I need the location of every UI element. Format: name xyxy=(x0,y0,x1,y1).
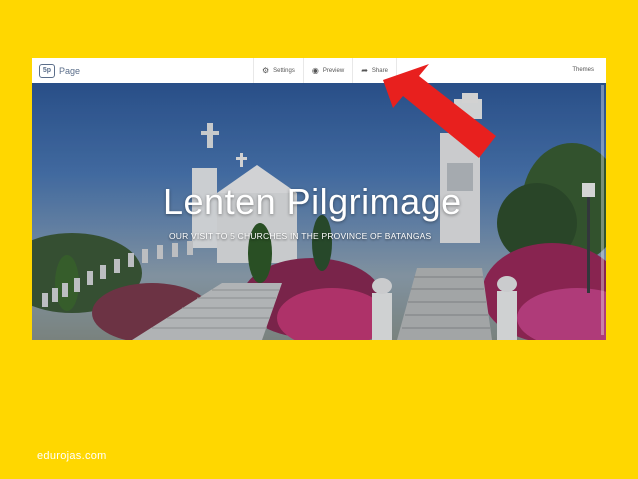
red-pointer-arrow xyxy=(383,64,496,158)
preview-label: Preview xyxy=(322,67,345,74)
scrollbar[interactable] xyxy=(601,85,604,335)
settings-label: Settings xyxy=(273,67,295,74)
toolbar-actions: ⚙ Settings ◉ Preview ➦ Share xyxy=(253,58,397,83)
preview-button[interactable]: ◉ Preview xyxy=(302,58,352,83)
app-logo[interactable]: 5p Page xyxy=(39,63,81,78)
toolbar: 5p Page ⚙ Settings ◉ Preview ➦ Share The… xyxy=(32,58,606,84)
page-subtitle[interactable]: OUR VISIT TO 5 CHURCHES IN THE PROVINCE … xyxy=(169,231,499,241)
hero-cover: Lenten Pilgrimage OUR VISIT TO 5 CHURCHE… xyxy=(32,83,606,340)
eye-icon: ◉ xyxy=(311,66,319,75)
logo-badge: 5p xyxy=(39,63,55,78)
page-title[interactable]: Lenten Pilgrimage xyxy=(163,181,483,223)
settings-button[interactable]: ⚙ Settings xyxy=(253,58,303,83)
app-screenshot: 5p Page ⚙ Settings ◉ Preview ➦ Share The… xyxy=(32,58,606,340)
themes-button[interactable]: Themes xyxy=(572,58,594,83)
share-arrow-icon: ➦ xyxy=(361,66,368,75)
gear-icon: ⚙ xyxy=(262,66,270,75)
app-title: Page xyxy=(59,65,81,76)
footer-credit: edurojas.com xyxy=(37,450,107,462)
